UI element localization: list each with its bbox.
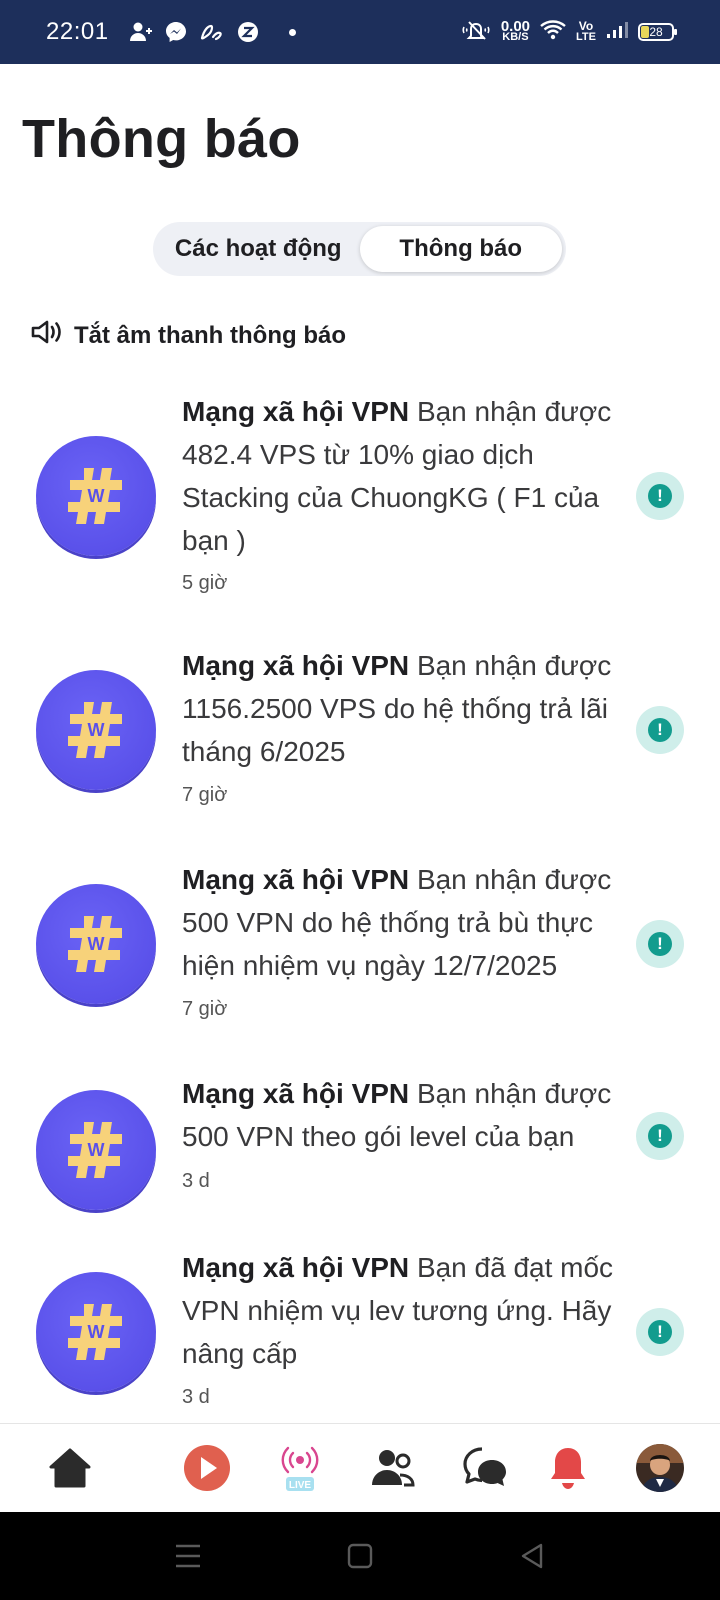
wifi-icon <box>540 19 566 45</box>
mute-icon <box>461 19 491 46</box>
notification-text: Mạng xã hội VPN Bạn đã đạt mốc VPN nhiệm… <box>182 1246 622 1375</box>
system-navigation-bar <box>0 1512 720 1600</box>
notification-icons <box>129 21 296 43</box>
add-contact-icon <box>129 21 153 43</box>
profile-avatar <box>636 1444 684 1492</box>
square-icon <box>347 1543 373 1569</box>
system-icons: 0.00 KB/S Vo LTE 28 <box>461 18 677 46</box>
chat-icon <box>463 1447 506 1486</box>
app-avatar: W <box>36 670 156 790</box>
alert-badge: ! <box>636 472 684 520</box>
mute-label: Tắt âm thanh thông báo <box>74 321 346 349</box>
home-button[interactable] <box>330 1512 390 1600</box>
clock: 22:01 <box>46 18 109 45</box>
notification-sender: Mạng xã hội VPN <box>182 396 410 427</box>
svg-text:W: W <box>88 720 105 740</box>
nav-profile[interactable] <box>625 1424 695 1512</box>
hash-logo-icon: W <box>68 916 122 972</box>
hash-logo-icon: W <box>68 702 122 758</box>
tab-switcher: Các hoạt động Thông báo <box>153 222 566 276</box>
notification-text: Mạng xã hội VPN Bạn nhận được 500 VPN do… <box>182 858 622 987</box>
notification-time: 3 d <box>182 1386 210 1408</box>
notification-time: 7 giờ <box>182 998 228 1020</box>
friends-icon <box>372 1450 415 1487</box>
notification-sender: Mạng xã hội VPN <box>182 864 410 895</box>
nav-home[interactable] <box>35 1424 105 1512</box>
notification-text: Mạng xã hội VPN Bạn nhận được 500 VPN th… <box>182 1072 622 1158</box>
svg-text:W: W <box>88 1322 105 1342</box>
svg-text:W: W <box>88 1140 105 1160</box>
live-icon: LIVE <box>281 1446 319 1491</box>
notification-list: W Mạng xã hội VPN Bạn nhận được 482.4 VP… <box>0 390 720 1418</box>
speaker-icon <box>30 318 66 353</box>
home-icon <box>49 1448 91 1488</box>
tab-activities[interactable]: Các hoạt động <box>157 226 360 272</box>
page-title: Thông báo <box>22 109 301 169</box>
alert-badge: ! <box>636 1112 684 1160</box>
bell-icon <box>551 1448 585 1489</box>
exclamation-icon: ! <box>648 718 672 742</box>
play-icon <box>184 1445 230 1491</box>
exclamation-icon: ! <box>648 932 672 956</box>
app-avatar: W <box>36 1090 156 1210</box>
nav-chat[interactable] <box>450 1424 520 1512</box>
signal-icon <box>606 21 628 44</box>
notification-time: 3 d <box>182 1170 210 1192</box>
nav-video[interactable] <box>172 1424 242 1512</box>
exclamation-icon: ! <box>648 1124 672 1148</box>
notification-sender: Mạng xã hội VPN <box>182 650 410 681</box>
notification-text: Mạng xã hội VPN Bạn nhận được 482.4 VPS … <box>182 390 622 562</box>
bottom-navigation: LIVE <box>0 1423 720 1511</box>
alert-badge: ! <box>636 920 684 968</box>
volte-indicator: Vo LTE <box>576 19 596 43</box>
zalo-icon <box>237 21 259 43</box>
hash-logo-icon: W <box>68 1122 122 1178</box>
nav-friends[interactable] <box>358 1424 428 1512</box>
live-label: LIVE <box>289 1480 312 1491</box>
hash-logo-icon: W <box>68 1304 122 1360</box>
notification-sender: Mạng xã hội VPN <box>182 1252 410 1283</box>
back-button[interactable] <box>502 1512 562 1600</box>
notification-time: 5 giờ <box>182 572 228 594</box>
tab-notifications[interactable]: Thông báo <box>359 226 562 272</box>
ab-app-icon <box>199 22 225 42</box>
mute-notification-sound-button[interactable]: Tắt âm thanh thông báo <box>30 318 346 353</box>
menu-icon <box>176 1544 200 1568</box>
svg-text:W: W <box>88 934 105 954</box>
more-notifications-dot <box>288 28 296 36</box>
notification-sender: Mạng xã hội VPN <box>182 1078 410 1109</box>
app-avatar: W <box>36 1272 156 1392</box>
back-triangle-icon <box>521 1543 543 1569</box>
status-bar: 22:01 0.00 KB/S Vo LTE 28 <box>0 0 720 64</box>
messenger-icon <box>165 21 187 43</box>
nav-notifications[interactable] <box>533 1424 603 1512</box>
app-avatar: W <box>36 436 156 556</box>
notification-text: Mạng xã hội VPN Bạn nhận được 1156.2500 … <box>182 644 622 773</box>
recent-apps-button[interactable] <box>158 1512 218 1600</box>
exclamation-icon: ! <box>648 484 672 508</box>
app-avatar: W <box>36 884 156 1004</box>
alert-badge: ! <box>636 1308 684 1356</box>
svg-text:W: W <box>88 486 105 506</box>
exclamation-icon: ! <box>648 1320 672 1344</box>
nav-live[interactable]: LIVE <box>265 1424 335 1512</box>
network-speed: 0.00 KB/S <box>500 18 531 43</box>
hash-logo-icon: W <box>68 468 122 524</box>
battery-icon: 28 <box>638 23 677 41</box>
alert-badge: ! <box>636 706 684 754</box>
notification-time: 7 giờ <box>182 784 228 806</box>
